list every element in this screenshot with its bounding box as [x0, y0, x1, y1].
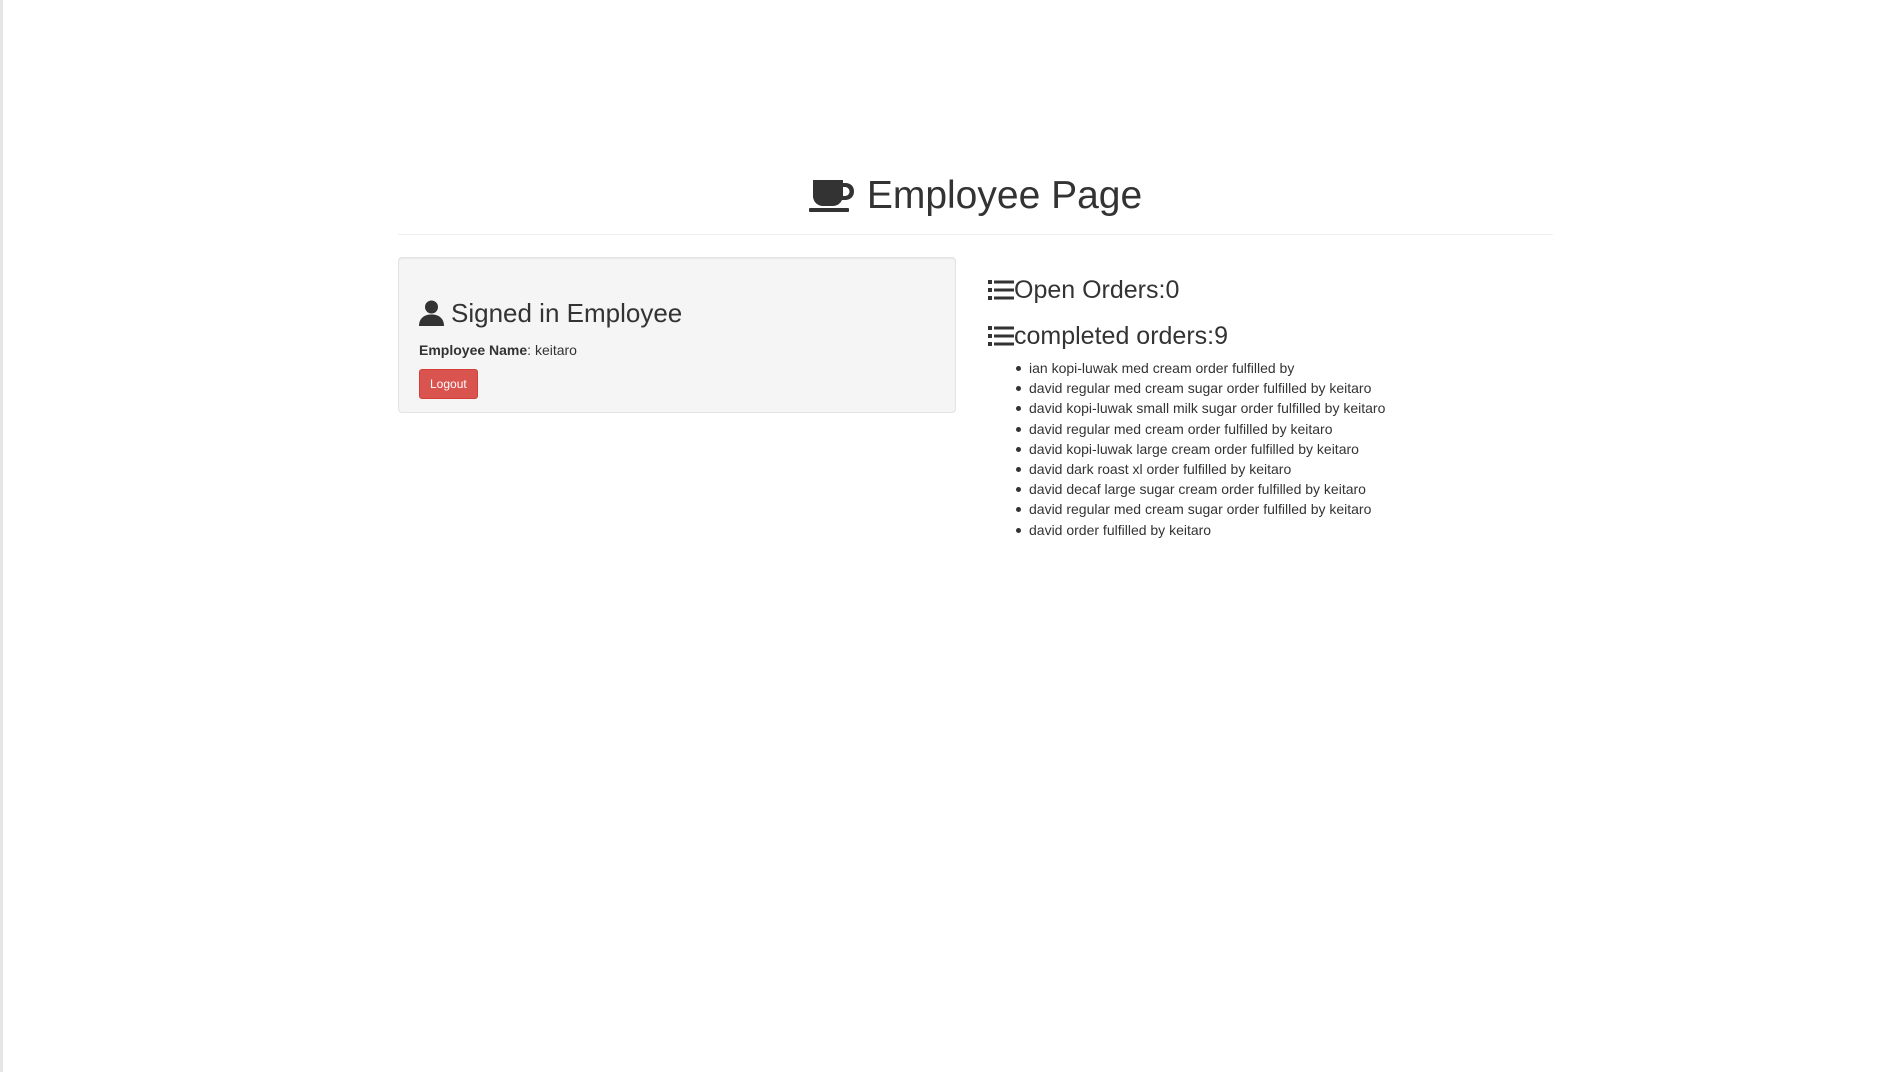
list-item: david kopi-luwak large cream order fulfi… [1016, 439, 1553, 459]
employee-name-label: Employee Name [419, 342, 528, 358]
open-orders-heading: Open Orders:0 [988, 272, 1553, 308]
coffee-cup-icon [808, 178, 855, 214]
orders-section: Open Orders:0 completed orders:9 ian kop… [988, 272, 1553, 540]
employee-name-line: Employee Name: keitaro [419, 340, 935, 360]
list-icon [988, 279, 1014, 301]
completed-orders-heading: completed orders:9 [988, 318, 1553, 354]
signed-in-employee-panel: Signed in Employee Employee Name: keitar… [398, 257, 956, 413]
window-left-edge [0, 0, 3, 1072]
completed-orders-label: completed orders:9 [1014, 322, 1229, 350]
list-item: david regular med cream order fulfilled … [1016, 419, 1553, 439]
signed-in-employee-heading: Signed in Employee [419, 296, 935, 330]
list-icon [988, 325, 1014, 347]
logout-button[interactable]: Logout [419, 369, 478, 399]
user-icon [419, 300, 444, 326]
list-item: david regular med cream sugar order fulf… [1016, 378, 1553, 398]
list-item: david dark roast xl order fulfilled by k… [1016, 459, 1553, 479]
page-header: Employee Page [398, 170, 1553, 235]
signed-in-employee-title: Signed in Employee [451, 298, 683, 328]
list-item: david regular med cream sugar order fulf… [1016, 499, 1553, 519]
list-item: david order fulfilled by keitaro [1016, 520, 1553, 540]
list-item: david kopi-luwak small milk sugar order … [1016, 398, 1553, 418]
list-item: ian kopi-luwak med cream order fulfilled… [1016, 358, 1553, 378]
completed-orders-list: ian kopi-luwak med cream order fulfilled… [988, 358, 1553, 540]
list-item: david decaf large sugar cream order fulf… [1016, 479, 1553, 499]
page-title-text: Employee Page [866, 174, 1143, 217]
employee-name-value: : keitaro [527, 342, 577, 358]
page-title: Employee Page [808, 170, 1143, 222]
open-orders-label: Open Orders:0 [1014, 276, 1180, 304]
